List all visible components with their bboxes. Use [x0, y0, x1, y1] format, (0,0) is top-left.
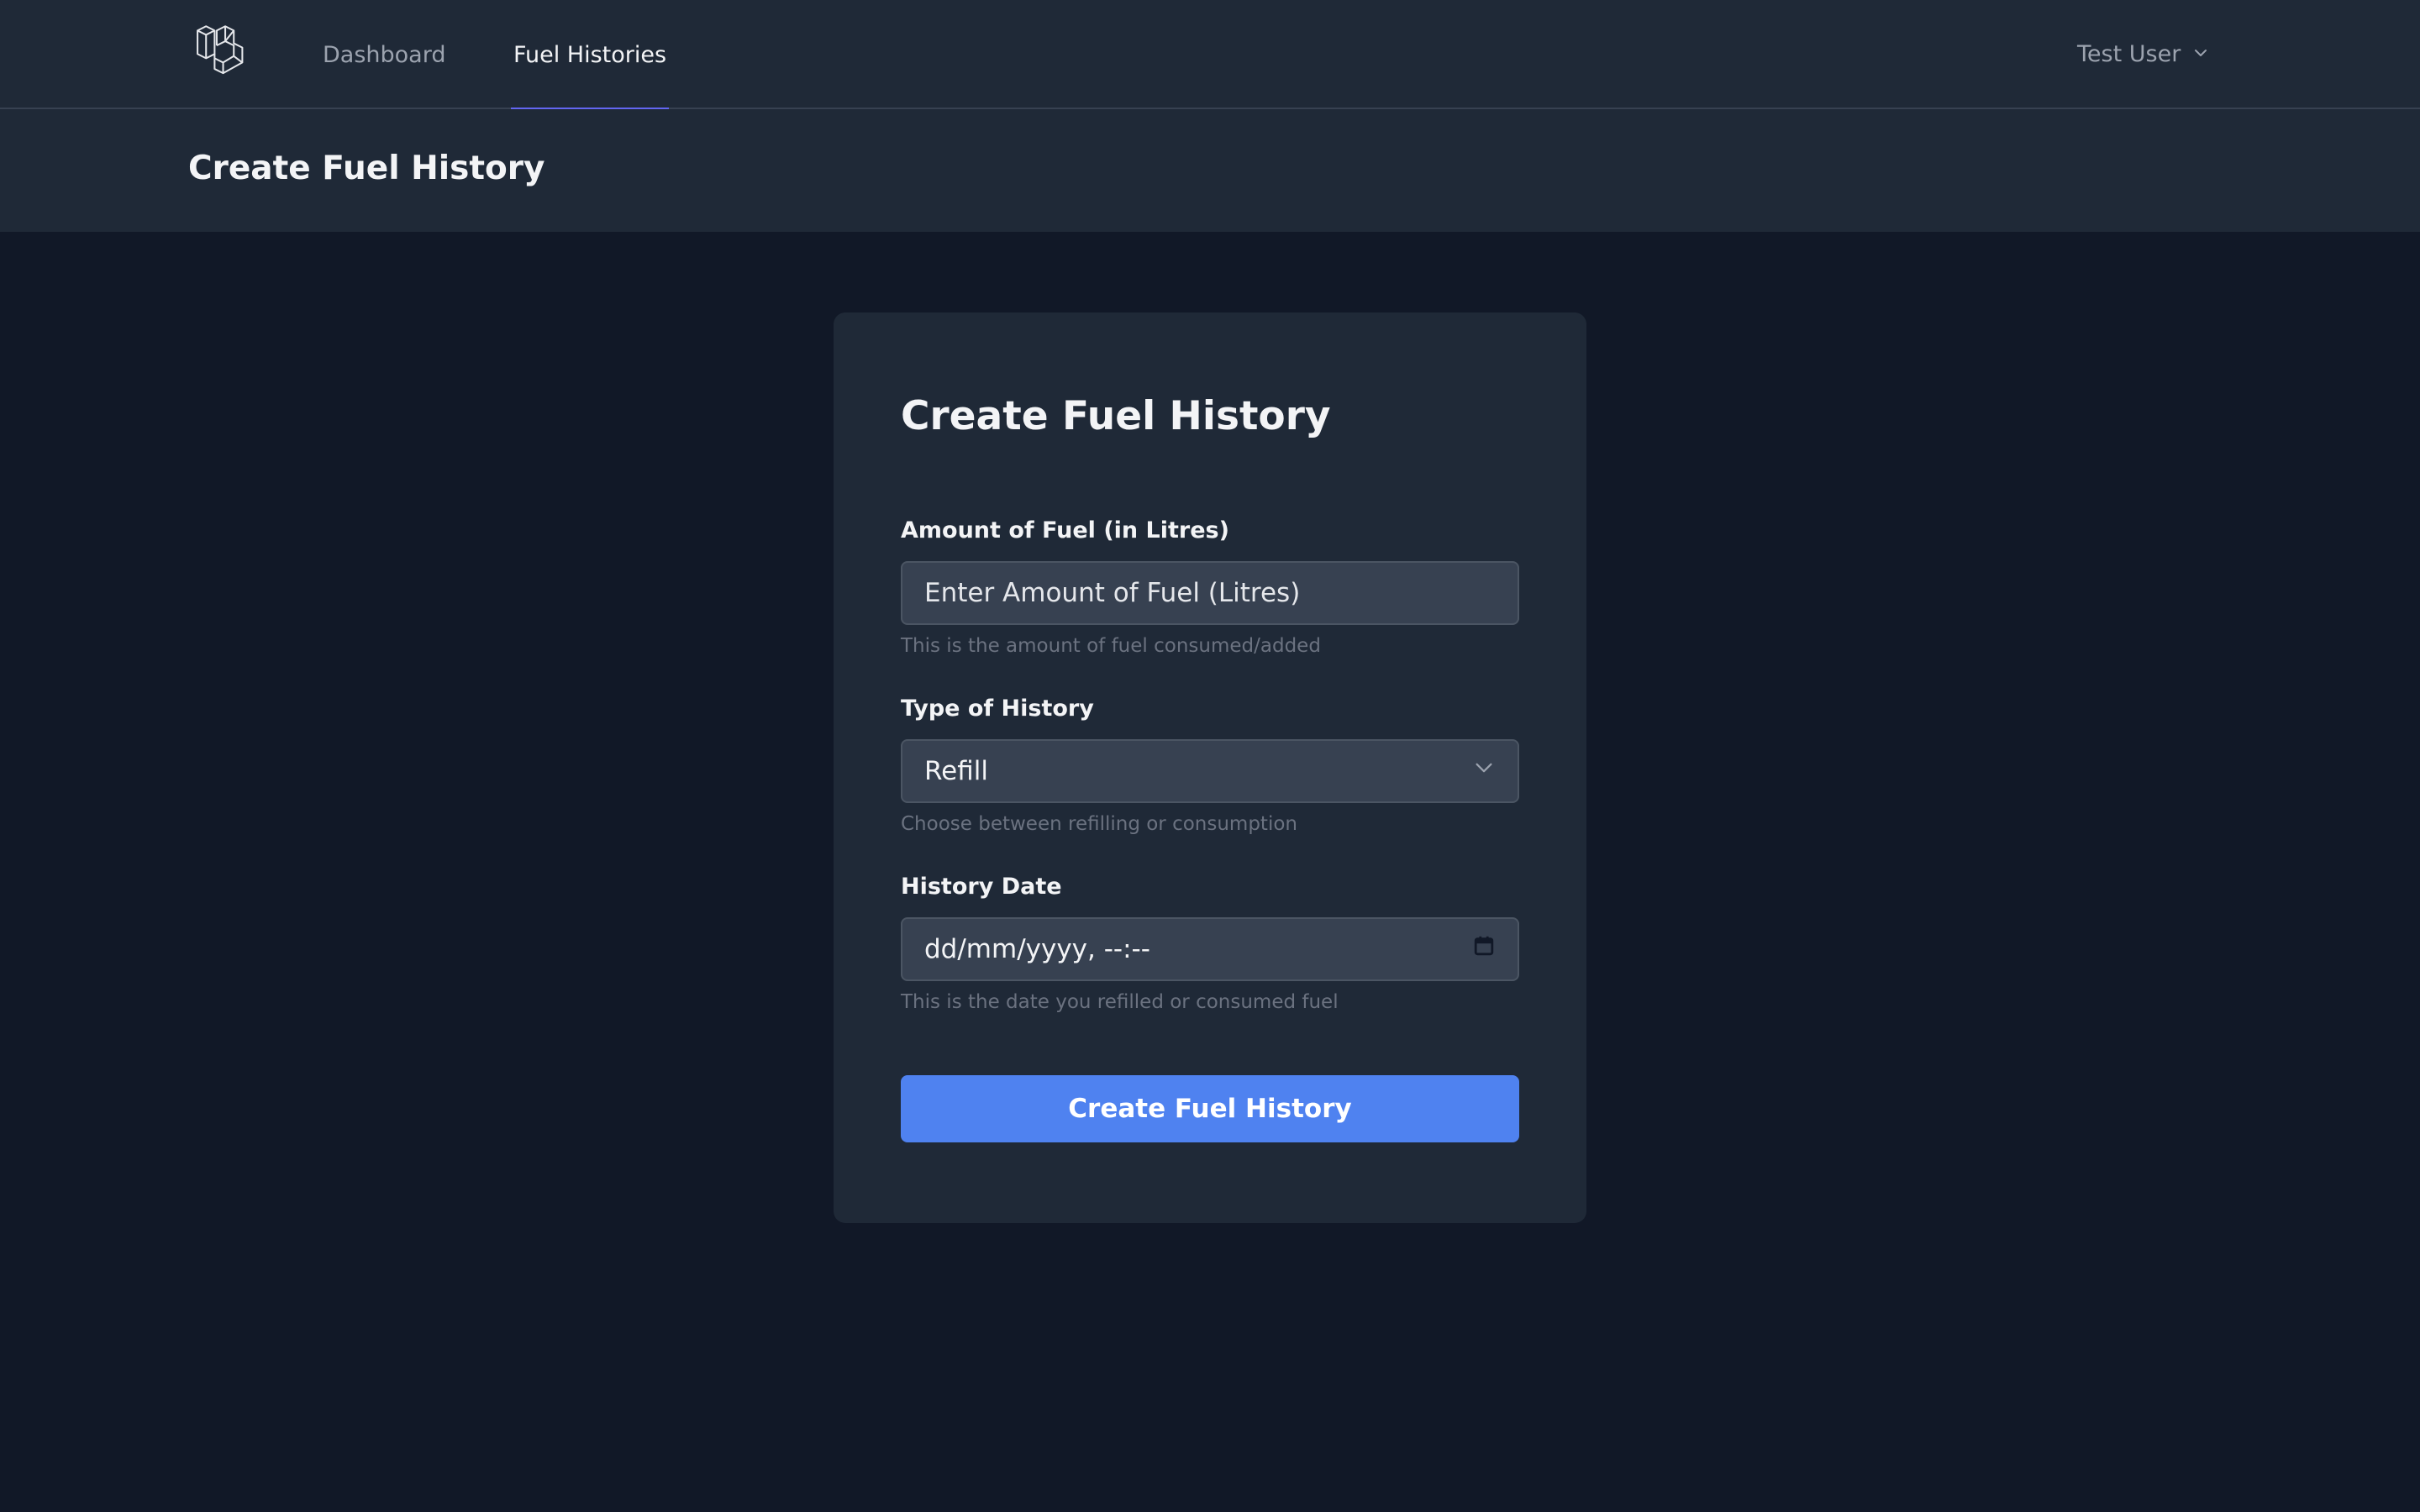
amount-label: Amount of Fuel (in Litres) [901, 517, 1229, 543]
history-type-help-text: Choose between refilling or consumption [901, 813, 1297, 835]
history-type-label: Type of History [901, 696, 1094, 722]
chevron-down-icon [2192, 41, 2209, 67]
amount-input[interactable] [901, 561, 1519, 625]
calendar-icon[interactable] [1472, 934, 1496, 964]
page-header: Create Fuel History [0, 109, 2420, 232]
create-fuel-history-card: Create Fuel History Amount of Fuel (in L… [834, 312, 1586, 1223]
amount-help-text: This is the amount of fuel consumed/adde… [901, 635, 1321, 657]
nav-link-dashboard-label: Dashboard [323, 41, 446, 68]
chevron-down-icon [1472, 756, 1496, 786]
nav-link-fuel-histories[interactable]: Fuel Histories [511, 0, 669, 111]
user-menu-dropdown[interactable]: Test User [2077, 0, 2209, 108]
nav-link-dashboard[interactable]: Dashboard [323, 0, 445, 109]
create-fuel-history-button[interactable]: Create Fuel History [901, 1075, 1519, 1142]
laravel-logo-icon[interactable] [193, 25, 249, 81]
history-date-help-text: This is the date you refilled or consume… [901, 991, 1339, 1013]
history-type-selected-value: Refill [924, 756, 988, 786]
top-navigation: Dashboard Fuel Histories Test User [0, 0, 2420, 111]
history-date-placeholder: dd/mm/yyyy, --:-- [924, 934, 1150, 964]
form-title: Create Fuel History [901, 393, 1331, 439]
history-date-input[interactable]: dd/mm/yyyy, --:-- [901, 917, 1519, 981]
nav-link-fuel-histories-label: Fuel Histories [513, 41, 667, 68]
history-date-label: History Date [901, 874, 1062, 900]
user-name: Test User [2077, 40, 2181, 67]
page-title: Create Fuel History [188, 150, 545, 187]
history-type-select[interactable]: Refill [901, 739, 1519, 803]
